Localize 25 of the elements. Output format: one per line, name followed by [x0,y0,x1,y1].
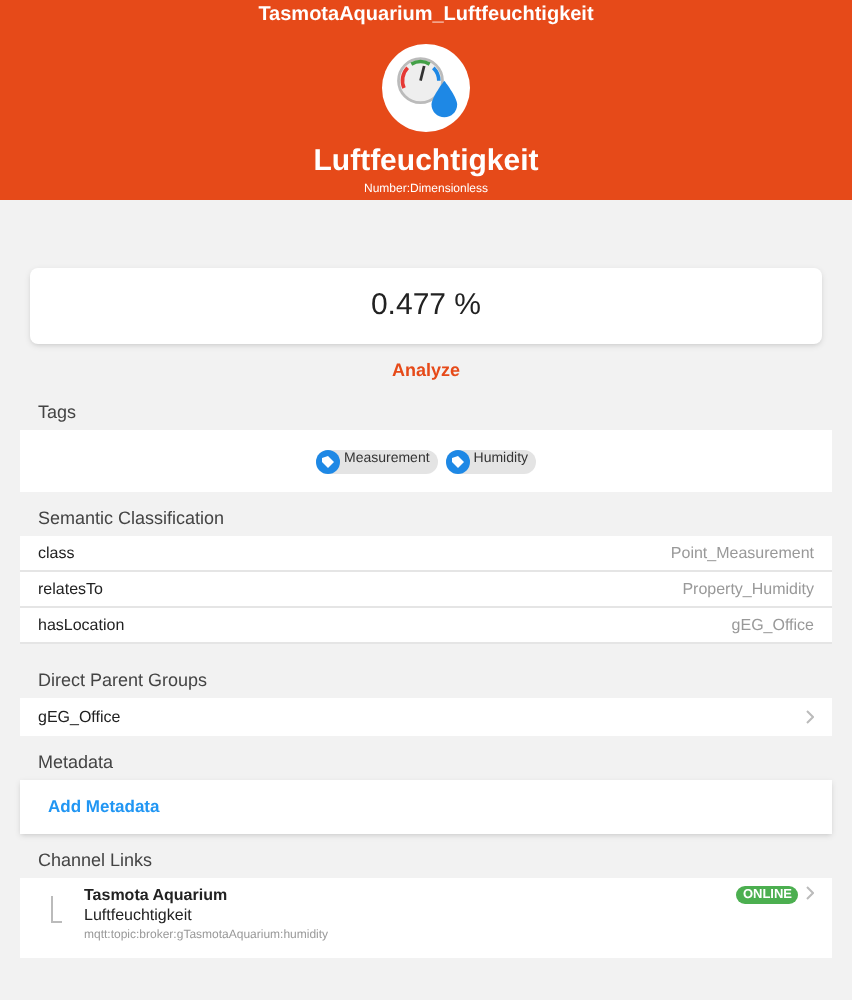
tag-icon [315,449,340,473]
group-row[interactable]: gEG_Office [20,698,832,736]
tag-icon [445,449,470,473]
section-heading: Semantic Classification [38,508,225,530]
semantic-key: class [38,541,75,565]
section-heading: Channel Links [38,850,153,872]
chevron-icon [806,710,814,724]
channel-label: Luftfeuchtigkeit [84,906,194,926]
state-value: 0.477 % [370,285,482,326]
section-heading: Metadata [38,752,114,774]
semantic-key: hasLocation [38,613,125,637]
thing-label: Tasmota Aquarium [84,886,230,906]
gauge-icon [378,44,474,132]
semantic-value: Point_Measurement [670,541,814,565]
chevron-icon [806,886,814,900]
semantic-value: gEG_Office [731,613,814,637]
semantic-key: relatesTo [38,577,103,601]
group-label: gEG_Office [38,705,121,729]
section-heading: Tags [38,402,77,424]
link-icon [50,896,62,924]
section-heading: Direct Parent Groups [38,670,208,692]
item-name: TasmotaAquarium_Luftfeuchtigkeit [258,4,594,28]
semantic-value: Property_Humidity [682,577,814,601]
analyze-link[interactable]: Analyze [391,358,460,386]
item-label: Luftfeuchtigkeit [313,144,539,180]
